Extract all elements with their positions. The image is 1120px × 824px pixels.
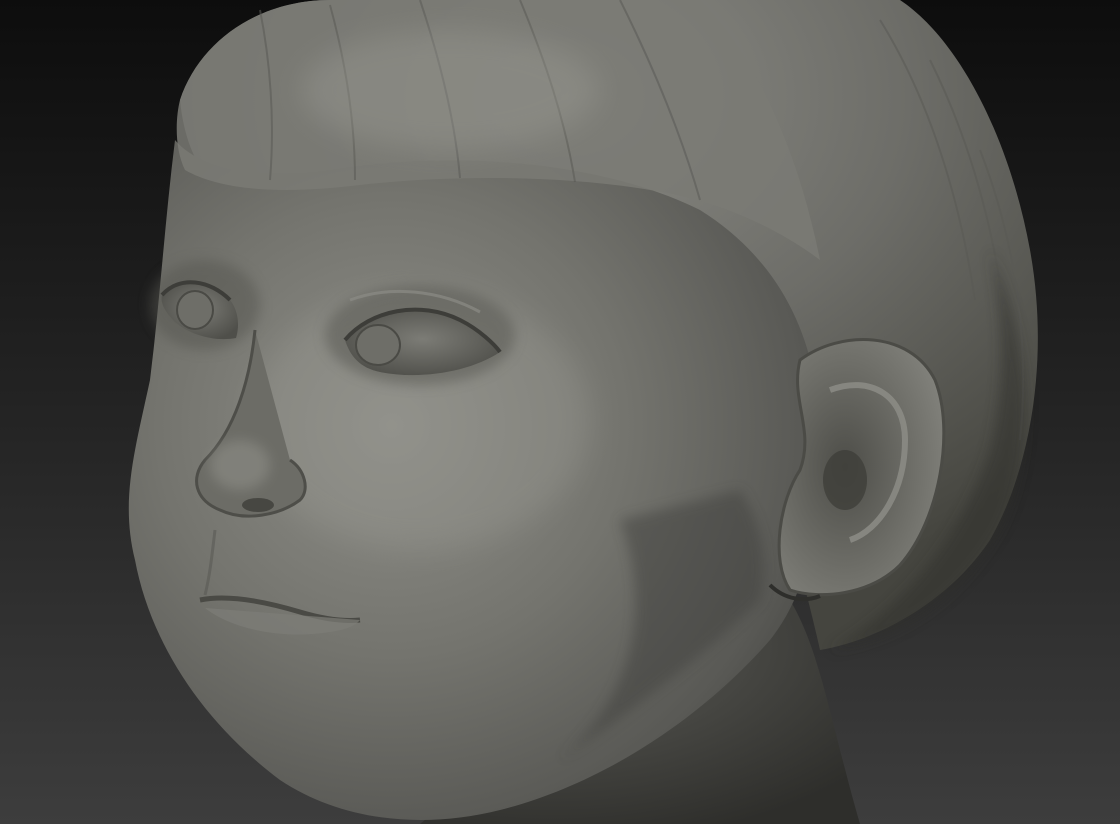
nose-highlight [210, 440, 270, 490]
forehead-highlight [300, 30, 600, 150]
nostril [242, 498, 274, 512]
sculpt-viewport[interactable] [0, 0, 1120, 824]
sculpt-canvas[interactable] [0, 0, 1120, 824]
